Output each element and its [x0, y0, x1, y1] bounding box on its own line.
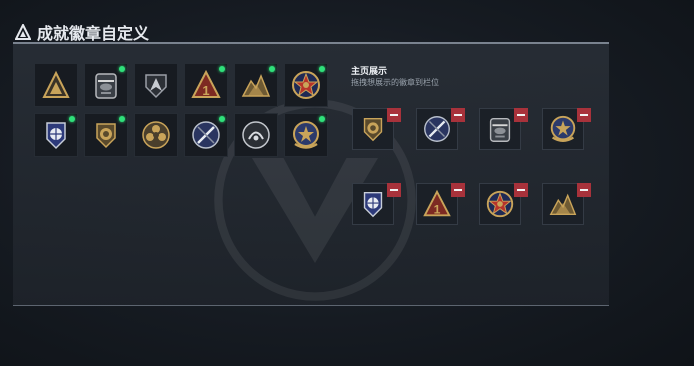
- new-indicator-dot: [319, 116, 325, 122]
- remove-badge-button[interactable]: [514, 108, 528, 122]
- remove-badge-button[interactable]: [451, 183, 465, 197]
- badge-slot-wings-badge[interactable]: [134, 63, 178, 107]
- gold-crest-badge-icon: [293, 121, 319, 149]
- badge-slot-sword-crest-badge[interactable]: [184, 113, 228, 157]
- badge-slot-first-place-badge[interactable]: 1: [184, 63, 228, 107]
- showcase-slot-7[interactable]: [479, 183, 528, 225]
- lion-badge-icon: [96, 123, 116, 149]
- emblem-badge-icon: [242, 121, 270, 149]
- new-indicator-dot: [269, 66, 275, 72]
- badge-slot-emblem-badge[interactable]: [234, 113, 278, 157]
- wings-badge-icon: [145, 74, 167, 99]
- page-title-text: 成就徽章自定义: [37, 26, 150, 43]
- badge-slot-mountain-badge[interactable]: [234, 63, 278, 107]
- badge-grid: 1: [34, 63, 328, 157]
- star-medal-badge-icon: [486, 190, 514, 218]
- badge-slot-gold-crest-badge[interactable]: [284, 113, 328, 157]
- showcase-slot-5[interactable]: [352, 183, 401, 225]
- badge-slot-shield-globe-badge[interactable]: [34, 113, 78, 157]
- first-place-badge-icon: 1: [423, 189, 451, 216]
- gold-crest-badge-icon: [550, 115, 576, 142]
- remove-badge-button[interactable]: [387, 108, 401, 122]
- star-medal-badge-icon: [292, 71, 320, 99]
- first-place-badge-icon: 1: [191, 69, 221, 98]
- badge-slot-pyramid-badge[interactable]: [34, 63, 78, 107]
- helicopter-badge-icon: [95, 73, 117, 99]
- new-indicator-dot: [319, 66, 325, 72]
- svg-text:1: 1: [202, 83, 209, 98]
- badge-slot-star-medal-badge[interactable]: [284, 63, 328, 107]
- flower-badge-icon: [142, 121, 170, 149]
- mountain-badge-icon: [549, 193, 577, 216]
- badge-slot-helicopter-badge[interactable]: [84, 63, 128, 107]
- page-title: 成就徽章自定义: [15, 21, 149, 43]
- new-indicator-dot: [119, 116, 125, 122]
- badge-slot-lion-badge[interactable]: [84, 113, 128, 157]
- mountain-badge-icon: [241, 74, 271, 97]
- showcase-slot-2[interactable]: [416, 108, 465, 150]
- lion-badge-icon: [363, 117, 383, 142]
- svg-text:1: 1: [434, 202, 441, 216]
- triangle-logo-icon: [15, 24, 31, 40]
- new-indicator-dot: [219, 66, 225, 72]
- shield-globe-badge-icon: [363, 192, 383, 218]
- showcase-title: 主页展示: [351, 66, 388, 76]
- new-indicator-dot: [69, 116, 75, 122]
- helicopter-badge-icon: [489, 117, 511, 142]
- remove-badge-button[interactable]: [387, 183, 401, 197]
- remove-badge-button[interactable]: [514, 183, 528, 197]
- remove-badge-button[interactable]: [577, 108, 591, 122]
- showcase-slot-4[interactable]: [542, 108, 591, 150]
- sword-crest-badge-icon: [424, 116, 450, 142]
- showcase-slot-8[interactable]: [542, 183, 591, 225]
- sword-crest-badge-icon: [192, 121, 220, 149]
- pyramid-badge-icon: [42, 70, 70, 98]
- new-indicator-dot: [119, 66, 125, 72]
- showcase-slot-6[interactable]: 1: [416, 183, 465, 225]
- showcase-subtitle: 拖拽想展示的徽章到栏位: [351, 78, 439, 87]
- badge-slot-flower-badge[interactable]: [134, 113, 178, 157]
- showcase-slot-3[interactable]: [479, 108, 528, 150]
- showcase-slot-1[interactable]: [352, 108, 401, 150]
- remove-badge-button[interactable]: [577, 183, 591, 197]
- shield-globe-badge-icon: [46, 122, 66, 150]
- remove-badge-button[interactable]: [451, 108, 465, 122]
- new-indicator-dot: [219, 116, 225, 122]
